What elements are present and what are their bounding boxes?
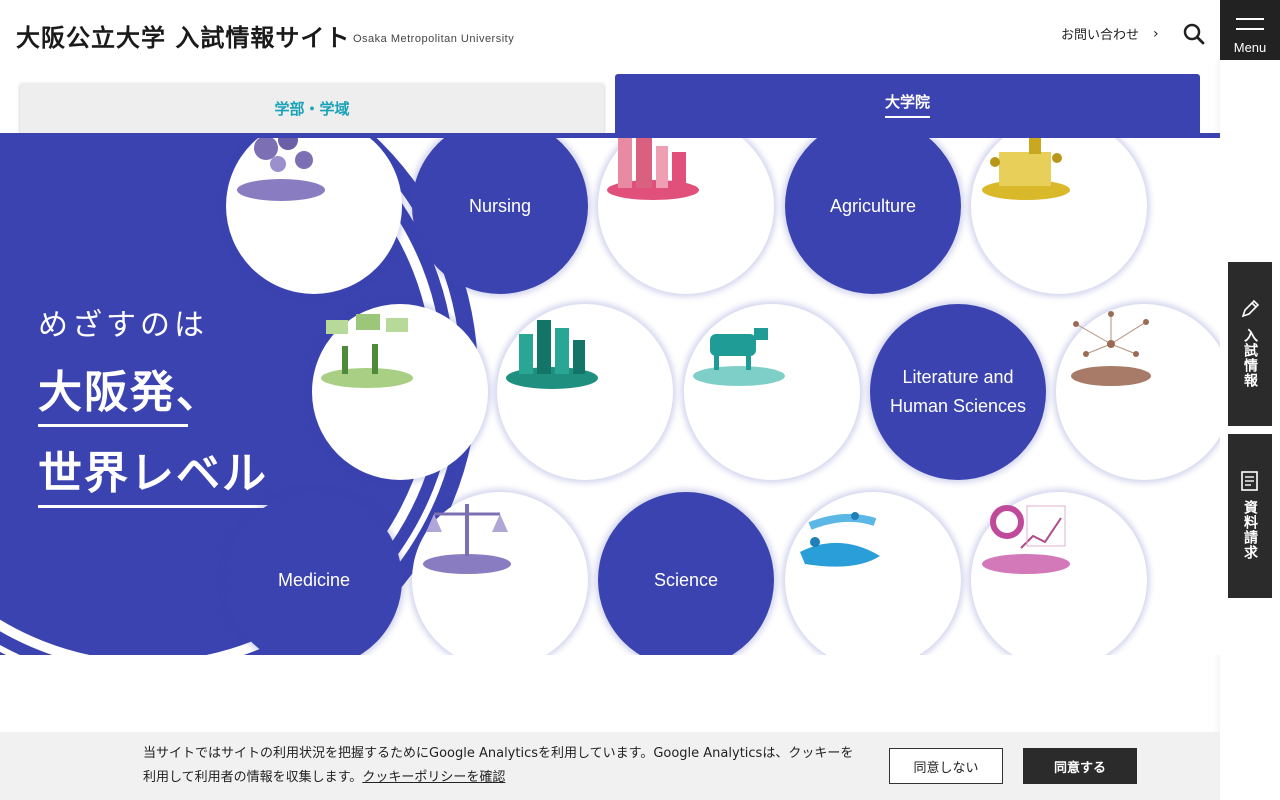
menu-label: Menu bbox=[1233, 40, 1267, 55]
cookie-message: 当サイトではサイトの利用状況を把握するためにGoogle Analyticsを利… bbox=[143, 742, 863, 790]
side-tab-label: 入試情報 bbox=[1242, 328, 1258, 388]
site-subtitle: Osaka Metropolitan University bbox=[353, 33, 515, 45]
faculty-circle-science[interactable]: Science bbox=[598, 492, 774, 655]
gears-illustration-icon bbox=[237, 138, 325, 201]
cow-animals-illustration-icon bbox=[693, 328, 785, 386]
faculty-circle-law[interactable] bbox=[412, 492, 588, 655]
faculty-circle-medicine[interactable]: Medicine bbox=[226, 492, 402, 655]
hero-line-2: 大阪発、 bbox=[38, 356, 220, 427]
cookie-accept-button[interactable]: 同意する bbox=[1023, 748, 1137, 784]
city-buildings-illustration-icon bbox=[607, 138, 699, 200]
site-title[interactable]: 大阪公立大学 入試情報サイト bbox=[16, 18, 350, 53]
faculty-label: Medicine bbox=[277, 569, 351, 590]
hero-banner: めざすのは 大阪発、 世界レベル Nursing Agriculture Lit… bbox=[0, 138, 1220, 655]
faculty-circle-literature[interactable]: Literature and Human Sciences bbox=[870, 304, 1046, 480]
pencil-icon bbox=[1241, 299, 1260, 318]
faculty-circle-network[interactable] bbox=[1056, 304, 1220, 480]
faculty-circle-park[interactable] bbox=[312, 304, 488, 480]
hamburger-icon bbox=[1236, 18, 1264, 20]
faculty-circle-green-city[interactable] bbox=[497, 304, 673, 480]
hero-line-3: 世界レベル bbox=[38, 437, 294, 508]
hero-copy: めざすのは 大阪発、 世界レベル bbox=[38, 300, 294, 508]
search-icon[interactable] bbox=[1182, 22, 1206, 46]
contact-label: お問い合わせ bbox=[1061, 28, 1140, 43]
side-tab-admissions[interactable]: 入試情報 bbox=[1228, 262, 1272, 426]
document-icon bbox=[1241, 471, 1258, 491]
side-tab-request-materials[interactable]: 資料請求 bbox=[1228, 434, 1272, 598]
faculty-circle-data[interactable] bbox=[971, 492, 1147, 655]
cookie-policy-link[interactable]: クッキーポリシーを確認 bbox=[362, 770, 505, 785]
site-header: 大阪公立大学 入試情報サイト Osaka Metropolitan Univer… bbox=[0, 0, 1220, 72]
green-city-illustration-icon bbox=[506, 320, 598, 389]
wheelchair-sports-illustration-icon bbox=[800, 512, 880, 567]
tab-undergraduate[interactable]: 学部・学域 bbox=[20, 83, 604, 133]
chart-gear-illustration-icon bbox=[982, 505, 1070, 574]
faculty-label: Agriculture bbox=[829, 195, 917, 216]
faculty-label: Literature and Human Sciences bbox=[889, 367, 1027, 416]
faculty-label: Nursing bbox=[468, 195, 532, 216]
hamburger-icon-bar bbox=[1236, 28, 1264, 30]
tab-graduate[interactable]: 大学院 bbox=[615, 74, 1200, 134]
network-illustration-icon bbox=[1071, 311, 1151, 386]
chevron-right-icon: › bbox=[1153, 25, 1159, 42]
faculty-label: Science bbox=[653, 569, 719, 590]
contact-link[interactable]: お問い合わせ › bbox=[1061, 24, 1159, 44]
hero-line-1: めざすのは bbox=[38, 308, 208, 343]
tab-label: 学部・学域 bbox=[274, 99, 350, 118]
right-sidebar bbox=[1220, 60, 1280, 800]
tab-label: 大学院 bbox=[884, 91, 930, 118]
faculty-circle-animals[interactable] bbox=[684, 304, 860, 480]
side-tab-label: 資料請求 bbox=[1242, 500, 1258, 560]
cookie-banner: 当サイトではサイトの利用状況を把握するためにGoogle Analyticsを利… bbox=[0, 732, 1220, 800]
scales-of-justice-illustration-icon bbox=[423, 504, 511, 574]
factory-people-illustration-icon bbox=[982, 138, 1070, 200]
park-people-illustration-icon bbox=[321, 314, 413, 388]
menu-button[interactable]: Menu bbox=[1220, 0, 1280, 60]
cookie-decline-button[interactable]: 同意しない bbox=[889, 748, 1003, 784]
faculty-circle-sports[interactable] bbox=[785, 492, 961, 655]
